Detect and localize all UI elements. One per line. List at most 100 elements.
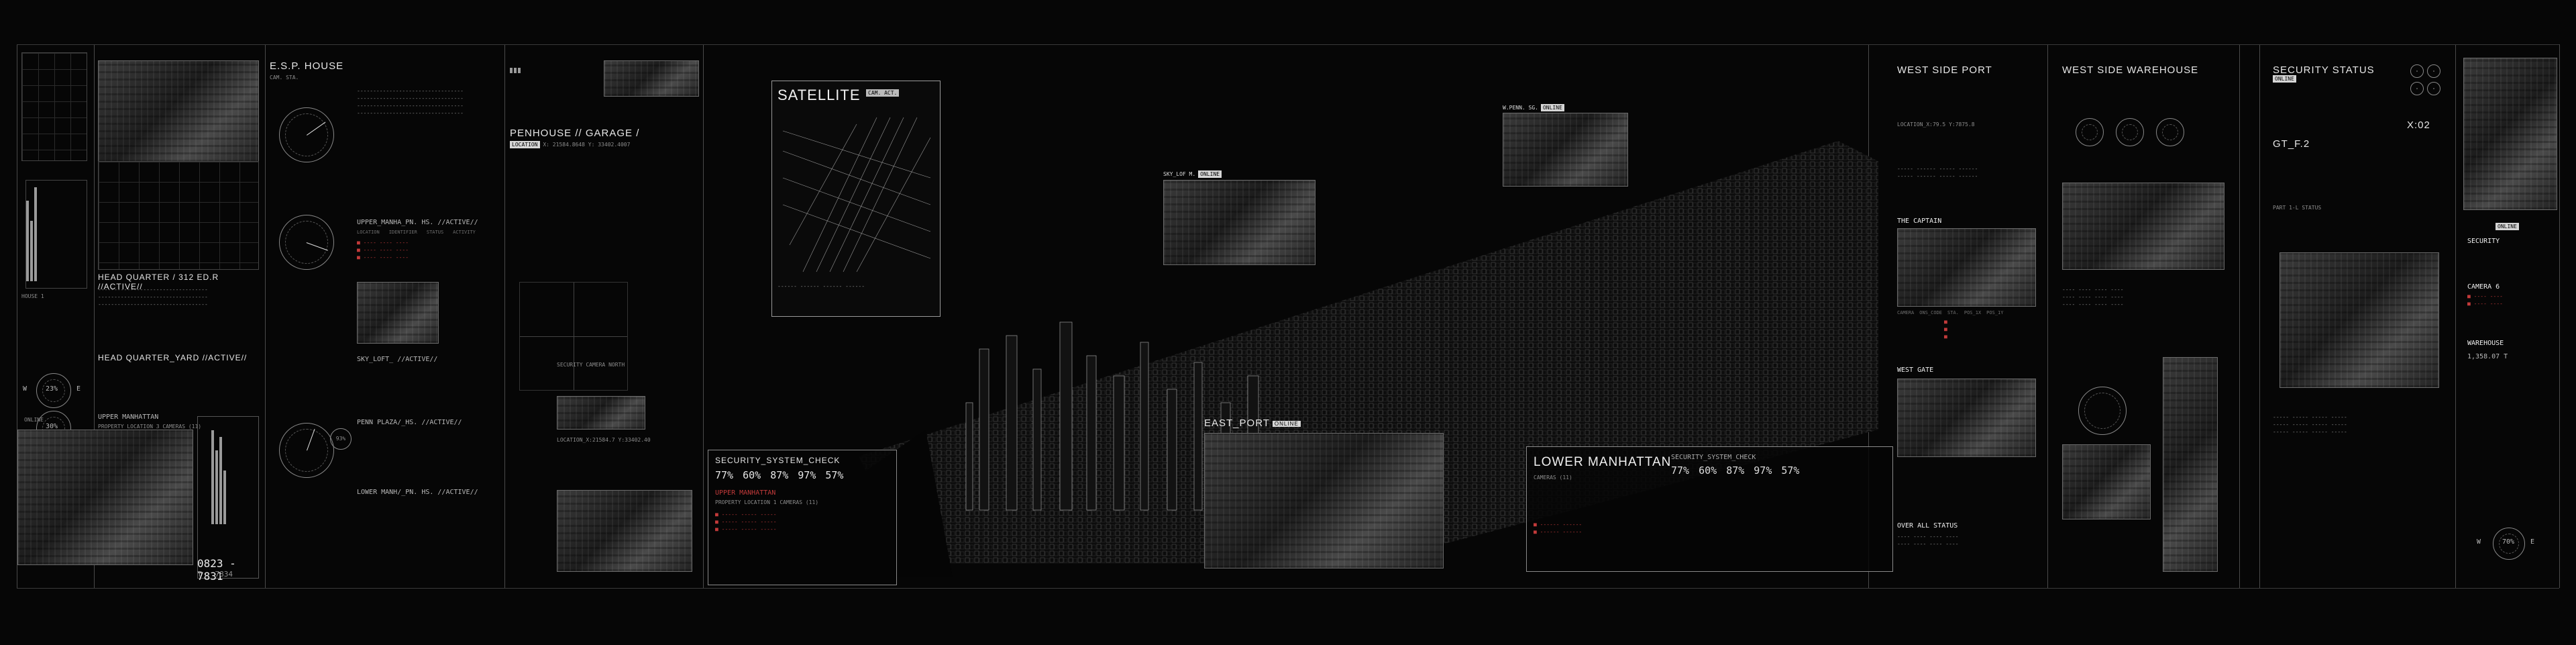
- hq-floorplan: [98, 161, 259, 270]
- captain-feed[interactable]: [1897, 228, 2036, 307]
- penthouse-feed-3[interactable]: [557, 490, 692, 572]
- security-check-a-sub: UPPER MANHATTAN: [715, 489, 776, 497]
- security-check-a-property: PROPERTY LOCATION 1 CAMERAS (11): [715, 499, 819, 505]
- penthouse-panel: PENHOUSE // GARAGE / LOCATION X: 21584.8…: [510, 60, 701, 584]
- esp-log: --------------------------------- -------…: [357, 88, 464, 116]
- esp-upper-title: UPPER_MANHA_PN. HS. //ACTIVE//: [357, 219, 478, 226]
- counter-sub: T - 7834: [197, 570, 233, 579]
- penthouse-coords: X: 21584.8648 Y: 33402.4007: [543, 142, 631, 148]
- targeting-reticle: [519, 282, 628, 391]
- far-right-value: 1,358.07 T: [2467, 353, 2508, 360]
- bottom-rule: [17, 588, 2559, 589]
- overall-status-title: OVER ALL STATUS: [1897, 522, 1958, 530]
- gauge-a-value: 23%: [46, 385, 58, 393]
- far-right-security: SECURITY: [2467, 238, 2500, 245]
- far-right-panel: ONLINE SECURITY CAMERA 6 ■ ---- ---- ■ --…: [2463, 58, 2557, 581]
- warehouse-feed[interactable]: [2062, 183, 2224, 270]
- lower-manhattan-panel: LOWER MANHATTAN CAMERAS (11) SECURITY_SY…: [1526, 446, 1893, 572]
- hq-yard-title: HEAD QUARTER_YARD //ACTIVE//: [98, 353, 248, 362]
- hq-panel: HEAD QUARTER / 312 ED.R //ACTIVE// -----…: [17, 54, 262, 584]
- house-label: HOUSE 1: [21, 293, 44, 299]
- penthouse-title: PENHOUSE // GARAGE /: [510, 128, 640, 139]
- lower-check-values: 77% 60% 87% 97% 57%: [1671, 464, 1800, 477]
- esp-gauge-1: [279, 107, 334, 162]
- far-right-feed[interactable]: [2463, 58, 2557, 210]
- location-badge: LOCATION: [510, 141, 540, 148]
- warehouse-title: WEST SIDE WAREHOUSE: [2062, 64, 2199, 76]
- port-columns: CAMERA ONS_CODE STA. POS_1X POS_1Y: [1897, 310, 2004, 315]
- satellite-panel[interactable]: SATELLITE CAM. ACT. ------ ------ ------…: [771, 81, 941, 317]
- w-penn-feed[interactable]: [1503, 113, 1628, 187]
- lower-manhattan-title: LOWER MANHATTAN: [1534, 455, 1672, 469]
- security-check-a: SECURITY_SYSTEM_CHECK 77% 60% 87% 97% 57% UP…: [708, 450, 897, 585]
- warehouse-aerial-feed[interactable]: [2163, 357, 2218, 572]
- warehouse-feed-2[interactable]: [2062, 444, 2151, 519]
- sky-loft-feed[interactable]: [1163, 180, 1316, 265]
- compass-w: W: [23, 385, 28, 393]
- esp-sky-title: SKY_LOFT_ //ACTIVE//: [357, 356, 438, 363]
- lower-manhattan-cameras: CAMERAS (11): [1534, 475, 1572, 481]
- satellite-map[interactable]: [776, 111, 936, 279]
- divider: [2259, 44, 2260, 588]
- security-status-badge: ONLINE: [2273, 75, 2296, 83]
- divider: [2239, 44, 2240, 588]
- penthouse-feed-2[interactable]: [557, 396, 645, 430]
- hq-camera-feed[interactable]: [98, 60, 259, 162]
- far-right-compass-e: E: [2530, 538, 2535, 546]
- upper-manhattan-label: UPPER MANHATTAN: [98, 413, 159, 421]
- divider: [2047, 44, 2048, 588]
- warehouse-panel: WEST SIDE WAREHOUSE ---- ---- ---- ---- -…: [2062, 64, 2235, 581]
- esp-alert-rows: ■ ---- ---- ---- ■ ---- ---- ---- ■ ---- -…: [357, 240, 409, 260]
- w-penn-label: W.PENN. SG. ONLINE: [1503, 104, 1564, 111]
- top-rule: [17, 44, 2559, 45]
- far-right-gauge-value: 70%: [2502, 538, 2515, 546]
- divider: [504, 44, 505, 588]
- west-side-port-title: WEST SIDE PORT: [1897, 64, 1992, 76]
- esp-gauge-3: [279, 423, 334, 478]
- hq-office-feed[interactable]: [17, 430, 193, 565]
- penthouse-loc2: LOCATION_X:21584.7 Y:33402.40: [557, 437, 651, 443]
- far-right-camera: CAMERA 6: [2467, 283, 2500, 291]
- warehouse-radar: [2078, 387, 2127, 435]
- esp-panel: E.S.P. HOUSE CAM. STA. 93% -------------…: [270, 60, 501, 584]
- security-status-feed[interactable]: [2279, 252, 2439, 388]
- counter-box: [197, 416, 259, 579]
- east-port-label: EAST_PORT ONLINE: [1204, 417, 1301, 429]
- part-status: PART 1-L STATUS: [2273, 205, 2322, 211]
- sky-loft-label: SKY_LOF M. ONLINE: [1163, 170, 1222, 178]
- lower-check-title: SECURITY_SYSTEM_CHECK: [1671, 454, 1756, 461]
- gt-value: GT_F.2: [2273, 138, 2310, 150]
- mini-grid: [21, 52, 87, 161]
- compass-e: E: [76, 385, 81, 393]
- divider: [703, 44, 704, 588]
- satellite-tag: CAM. ACT.: [866, 89, 900, 97]
- satellite-title: SATELLITE: [777, 87, 861, 103]
- security-check-a-values: 77% 60% 87% 97% 57%: [715, 469, 844, 481]
- online-label: ONLINE: [24, 417, 44, 423]
- esp-lower-title: LOWER MANH/_PN. HS. //ACTIVE//: [357, 489, 478, 496]
- east-port-feed[interactable]: [1204, 433, 1444, 568]
- cam-north-label: SECURITY CAMERA NORTH: [557, 362, 625, 368]
- esp-title: E.S.P. HOUSE: [270, 60, 344, 72]
- esp-penn-title: PENN PLAZA/_HS. //ACTIVE//: [357, 419, 462, 426]
- west-side-port-location: LOCATION_X:79.5 Y:7875.8: [1897, 121, 1975, 128]
- level-bars: [25, 180, 87, 289]
- esp-gauge-pct: 93%: [330, 428, 352, 450]
- esp-gauge-2: [279, 215, 334, 270]
- far-right-badge: ONLINE: [2496, 223, 2519, 230]
- esp-sub: CAM. STA.: [270, 75, 299, 81]
- esp-feed-1[interactable]: [357, 282, 439, 344]
- penthouse-feed-top[interactable]: [604, 60, 699, 97]
- west-gate-title: WEST GATE: [1897, 366, 1934, 374]
- security-status-panel: SECURITY STATUS ONLINE GT_F.2 X:02 PART …: [2273, 64, 2449, 581]
- divider: [265, 44, 266, 588]
- x-value: X:02: [2407, 119, 2430, 131]
- divider: [2455, 44, 2456, 588]
- hq-table: ---------------------------------- ------…: [98, 287, 208, 307]
- captain-title: THE CAPTAIN: [1897, 217, 1942, 225]
- far-right-compass-w: W: [2477, 538, 2481, 546]
- esp-columns: LOCATION IDENTIFIER STATUS ACTIVITY: [357, 230, 476, 235]
- west-side-port-panel: WEST SIDE PORT LOCATION_X:79.5 Y:7875.8 …: [1897, 64, 2043, 581]
- divider: [2559, 44, 2560, 588]
- west-gate-feed[interactable]: [1897, 379, 2036, 457]
